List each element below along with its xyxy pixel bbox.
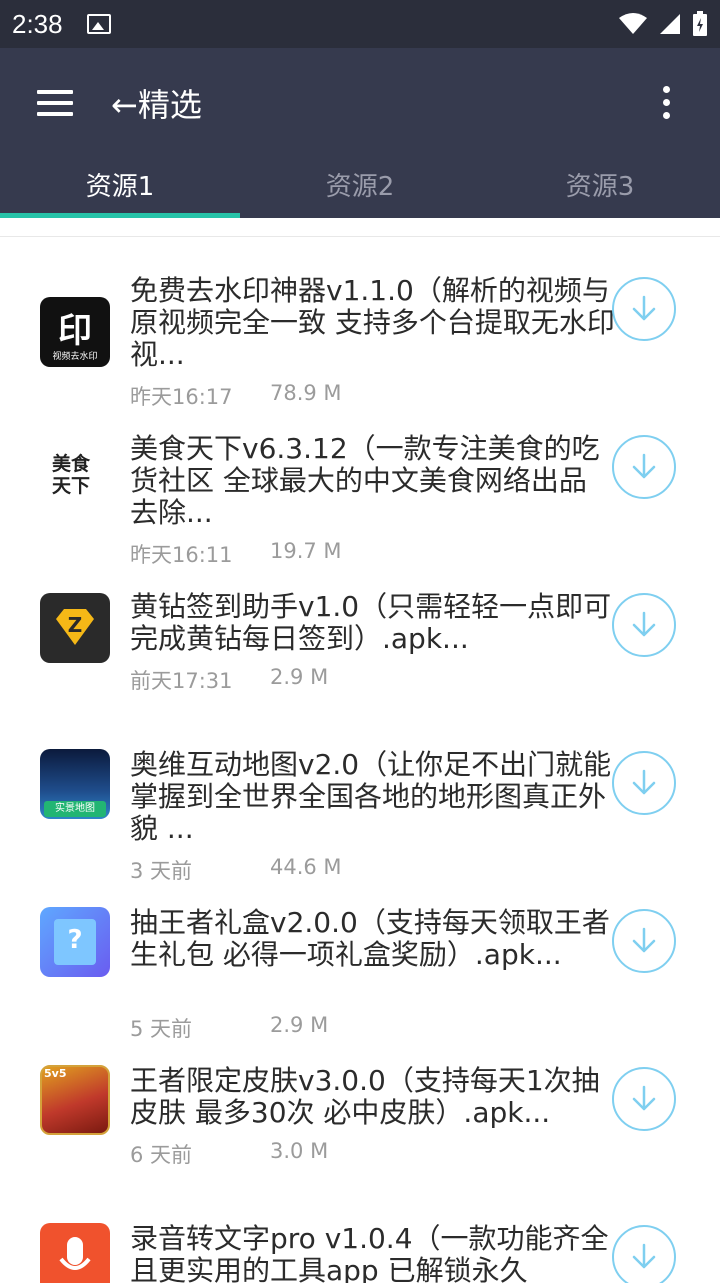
tab-source-3[interactable]: 资源3 [480,158,720,218]
download-arrow-icon [632,769,656,795]
item-date: 前天17:31 [130,669,233,693]
download-button[interactable] [612,1067,676,1131]
game-hero-icon: 5v5 [40,1065,110,1135]
image-notification-icon [86,14,111,34]
item-size: 44.6 M [270,855,342,879]
app-bar: ←精选 [0,48,720,158]
download-arrow-icon [632,295,656,321]
item-date: 昨天16:17 [130,385,233,409]
item-meta: 6 天前 3.0 M [130,1139,328,1169]
tab-indicator [0,213,240,218]
item-title[interactable]: 奥维互动地图v2.0（让你足不出门就能掌握到全世界全国各地的地形图真正外貌 ..… [130,749,620,845]
download-arrow-icon [632,611,656,637]
item-title[interactable]: 黄钻签到助手v1.0（只需轻轻一点即可完成黄钻每日签到）.apk... [130,591,620,655]
download-arrow-icon [632,1243,656,1269]
download-arrow-icon [632,1085,656,1111]
yellow-diamond-icon: Z [40,593,110,663]
item-size: 78.9 M [270,381,342,405]
download-button[interactable] [612,1225,676,1283]
item-size: 19.7 M [270,539,342,563]
signal-icon [660,14,680,34]
item-title[interactable]: 美食天下v6.3.12（一款专注美食的吃货社区 全球最大的中文美食网络出品 去除… [130,433,620,529]
item-meta: 3 天前 44.6 M [130,855,342,885]
item-title[interactable]: 录音转文字pro v1.0.4（一款功能齐全且更实用的工具app 已解锁永久 [130,1223,620,1283]
wifi-icon [619,13,647,34]
tab-source-2[interactable]: 资源2 [240,158,480,218]
download-button[interactable] [612,751,676,815]
status-bar: 2:38 [0,0,720,48]
item-size: 3.0 M [270,1139,329,1163]
download-button[interactable] [612,909,676,973]
list-item[interactable]: 录音转文字pro v1.0.4（一款功能齐全且更实用的工具app 已解锁永久 [0,1223,720,1283]
divider [0,236,720,237]
item-meta: 前天17:31 2.9 M [130,665,328,695]
item-date: 5 天前 [130,1017,193,1041]
download-button[interactable] [612,435,676,499]
item-title[interactable]: 抽王者礼盒v2.0.0（支持每天领取王者生礼包 必得一项礼盒奖励）.apk... [130,907,620,971]
item-size: 2.9 M [270,665,329,689]
tab-source-1[interactable]: 资源1 [0,158,240,218]
item-date: 6 天前 [130,1143,193,1167]
more-options-icon[interactable] [663,86,670,119]
status-icons [618,11,708,37]
map-earth-icon: 实景地图 [40,749,110,819]
gift-box-icon: ? [40,907,110,977]
meishi-icon: 美食天下 [40,445,110,515]
status-time: 2:38 [12,8,63,39]
tab-bar: 资源1 资源2 资源3 [0,158,720,218]
download-arrow-icon [632,453,656,479]
microphone-icon [40,1223,110,1283]
video-watermark-icon: 印 视频去水印 [40,297,110,367]
item-size: 2.9 M [270,1013,329,1037]
menu-icon[interactable] [37,90,73,116]
page-title[interactable]: ←精选 [111,80,202,126]
item-meta: 昨天16:11 19.7 M [130,539,342,569]
item-date: 3 天前 [130,859,193,883]
item-meta: 昨天16:17 78.9 M [130,381,342,411]
download-button[interactable] [612,593,676,657]
item-meta: 5 天前 2.9 M [130,1013,328,1043]
download-button[interactable] [612,277,676,341]
battery-icon [693,11,707,36]
download-arrow-icon [632,927,656,953]
item-date: 昨天16:11 [130,543,233,567]
item-title[interactable]: 王者限定皮肤v3.0.0（支持每天1次抽皮肤 最多30次 必中皮肤）.apk..… [130,1065,620,1129]
item-title[interactable]: 免费去水印神器v1.1.0（解析的视频与原视频完全一致 支持多个台提取无水印视.… [130,275,620,371]
